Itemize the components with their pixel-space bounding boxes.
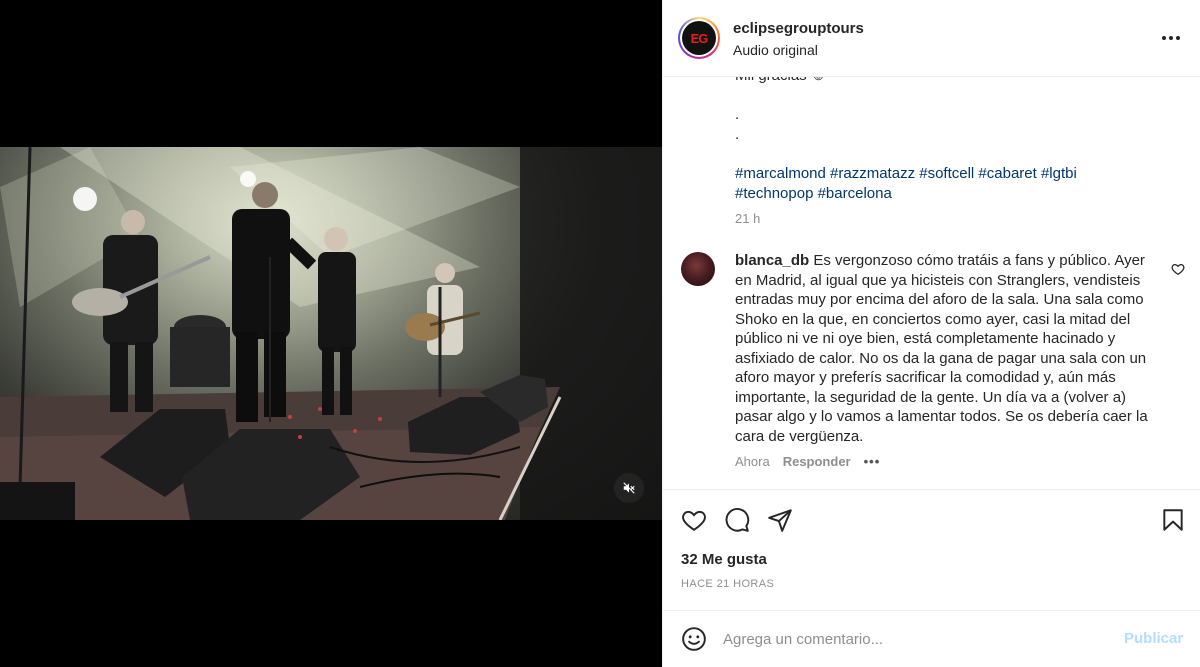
caption-partial-line: Mil gracias ☺: [735, 77, 826, 86]
commenter-avatar[interactable]: [681, 252, 715, 286]
audio-label[interactable]: Audio original: [733, 42, 818, 58]
comment-bubble-icon[interactable]: [724, 507, 750, 533]
caption-dot: .: [735, 126, 740, 143]
bookmark-icon[interactable]: [1160, 507, 1186, 533]
video-player[interactable]: [0, 147, 662, 520]
likes-count[interactable]: 32 Me gusta: [681, 551, 767, 568]
concert-scene: [0, 147, 662, 520]
publish-button[interactable]: Publicar: [1124, 630, 1183, 647]
profile-avatar[interactable]: EG: [678, 17, 720, 59]
comment-text: Es vergonzoso cómo tratáis a fans y públ…: [735, 252, 1148, 445]
mute-toggle-button[interactable]: [614, 473, 644, 503]
eclipse-group-logo: EG: [682, 21, 716, 55]
post-age[interactable]: HACE 21 HORAS: [681, 578, 774, 590]
comment-composer: Publicar: [663, 610, 1200, 667]
header-username[interactable]: eclipsegrouptours: [733, 20, 864, 37]
post-header: EG eclipsegrouptours Audio original: [663, 0, 1200, 77]
comment-username[interactable]: blanca_db: [735, 252, 809, 269]
logo-text: EG: [690, 30, 709, 46]
speaker-muted-icon: [623, 482, 635, 494]
caption-hashtags[interactable]: #marcalmond #razzmatazz #softcell #cabar…: [735, 164, 1155, 203]
caption-timestamp[interactable]: 21 h: [735, 209, 760, 229]
comment-options-button[interactable]: •••: [864, 454, 881, 469]
comment-like-icon[interactable]: [1171, 262, 1185, 276]
media-area: [0, 0, 662, 667]
post-side-panel: EG eclipsegrouptours Audio original Mil …: [662, 0, 1200, 667]
emoji-icon[interactable]: [681, 626, 707, 652]
comment-input[interactable]: [723, 625, 1103, 653]
post-actions: 32 Me gusta HACE 21 HORAS: [663, 489, 1200, 610]
comment-meta: Ahora Responder •••: [735, 454, 880, 469]
share-send-icon[interactable]: [767, 507, 793, 533]
caption-dot: .: [735, 106, 740, 123]
comments-scroll-area[interactable]: Mil gracias ☺ . . #marcalmond #razzmataz…: [663, 77, 1200, 489]
reply-button[interactable]: Responder: [783, 454, 851, 469]
more-horizontal-icon[interactable]: [1159, 28, 1183, 48]
like-heart-icon[interactable]: [681, 507, 707, 533]
comment-time: Ahora: [735, 454, 770, 469]
comment-body: blanca_db Es vergonzoso cómo tratáis a f…: [735, 251, 1155, 446]
